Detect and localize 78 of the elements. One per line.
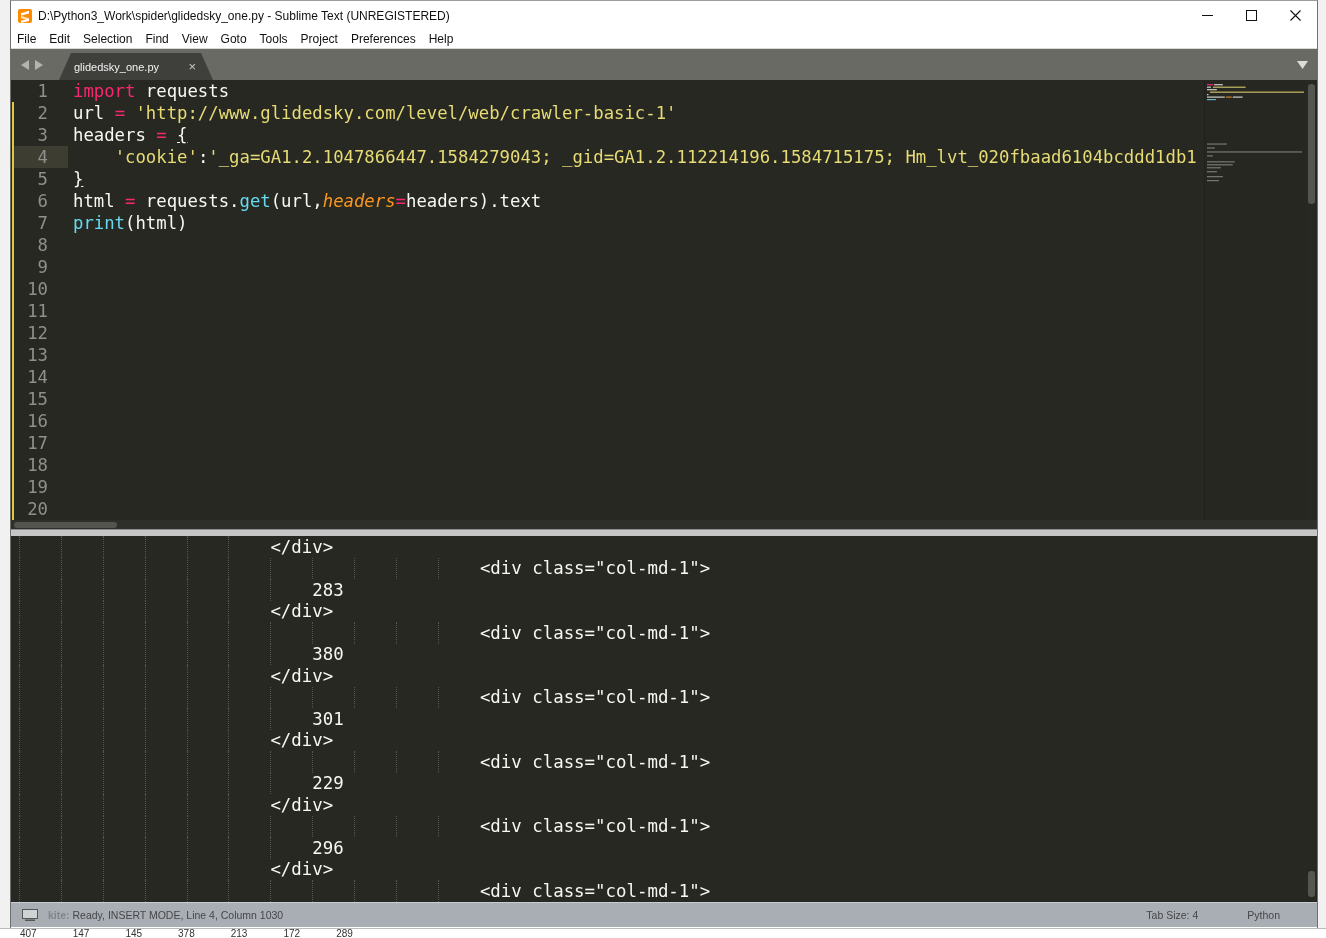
output-line: <div class="col-md-1"> <box>479 622 711 643</box>
right-arrow-icon[interactable] <box>35 60 43 70</box>
line-number: 4 <box>37 147 48 167</box>
line-number: 19 <box>27 477 48 497</box>
maximize-icon <box>1245 10 1257 21</box>
code-line: 'cookie':'_ga=GA1.2.1047866447.1584279043; _gid=GA1.2.112214196.1584715175; Hm_lvt_020fbaad6104bcddd1db1 <box>114 147 1197 167</box>
background-number: 145 <box>125 929 143 938</box>
menu-item[interactable]: Project <box>300 32 338 46</box>
output-line: </div> <box>270 859 334 880</box>
panel-splitter[interactable] <box>11 529 1317 536</box>
line-number: 6 <box>37 191 48 211</box>
code-line: print(html) <box>73 213 188 233</box>
output-line: <div class="col-md-1"> <box>479 816 711 837</box>
line-number: 2 <box>37 103 48 123</box>
code-line: } <box>73 169 84 189</box>
menu-item[interactable]: Tools <box>259 32 288 46</box>
code-line: html = requests.get(url,headers=headers).text <box>73 191 542 211</box>
output-line: </div> <box>270 794 334 815</box>
caret-down-icon[interactable] <box>1297 60 1308 69</box>
window-title: D:\Python3_Work\spider\glidedsky_one.py - Sublime Text (UNREGISTERED) <box>38 8 450 23</box>
syntax-indicator[interactable]: Python <box>1247 909 1280 921</box>
app-logo-icon <box>18 8 32 23</box>
left-arrow-icon[interactable] <box>21 60 29 70</box>
line-number: 1 <box>37 81 48 101</box>
output-line: 229 <box>312 773 344 794</box>
menu-item[interactable]: Selection <box>83 32 133 46</box>
menu-item[interactable]: View <box>181 32 208 46</box>
output-line: </div> <box>270 601 334 622</box>
scrollbar-thumb[interactable] <box>1308 84 1315 204</box>
scrollbar-thumb[interactable] <box>14 521 117 528</box>
output-line: <div class="col-md-1"> <box>479 558 711 579</box>
line-number: 10 <box>27 279 48 299</box>
line-number: 5 <box>37 169 48 189</box>
output-line: 301 <box>312 708 344 729</box>
menu-item[interactable]: Preferences <box>350 32 416 46</box>
tab-close-button[interactable]: × <box>188 60 196 73</box>
output-line: </div> <box>270 730 334 751</box>
line-number: 11 <box>27 301 48 321</box>
background-number: 289 <box>336 929 353 938</box>
code-line: headers = { <box>73 125 188 145</box>
minimize-icon <box>1201 15 1213 16</box>
background-number: 172 <box>283 929 301 938</box>
monitor-icon[interactable] <box>22 909 38 921</box>
line-number: 15 <box>27 389 48 409</box>
menu-item[interactable]: Edit <box>49 32 71 46</box>
tab-size-indicator[interactable]: Tab Size: 4 <box>1146 909 1199 921</box>
line-number: 12 <box>27 323 48 343</box>
background-number: 213 <box>230 929 248 938</box>
output-line: <div class="col-md-1"> <box>479 880 711 901</box>
menu-item[interactable]: File <box>17 32 37 46</box>
output-line: <div class="col-md-1"> <box>479 751 711 772</box>
output-line: 380 <box>312 644 344 665</box>
output-line: 296 <box>312 837 344 858</box>
line-number: 20 <box>27 499 48 519</box>
line-number: 7 <box>37 213 48 233</box>
menu-item[interactable]: Goto <box>220 32 247 46</box>
line-number: 9 <box>37 257 48 277</box>
line-number: 18 <box>27 455 48 475</box>
background-number: 147 <box>72 929 90 938</box>
code-line: url = 'http://www.glidedsky.com/level/web/crawler-basic-1' <box>73 103 677 123</box>
output-line: <div class="col-md-1"> <box>479 687 711 708</box>
line-number: 8 <box>37 235 48 255</box>
line-number: 16 <box>27 411 48 431</box>
output-line: </div> <box>270 665 334 686</box>
line-number: 3 <box>37 125 48 145</box>
close-icon <box>1289 10 1301 21</box>
code-line: import requests <box>73 81 230 101</box>
line-number: 13 <box>27 345 48 365</box>
file-tab[interactable]: glidedsky_one.py × <box>59 53 213 80</box>
scrollbar-thumb[interactable] <box>1308 871 1315 897</box>
background-number: 378 <box>178 929 195 938</box>
output-line: 283 <box>312 579 344 600</box>
line-number: 17 <box>27 433 48 453</box>
menu-item[interactable]: Find <box>145 32 169 46</box>
line-number: 14 <box>27 367 48 387</box>
background-number: 407 <box>20 929 37 938</box>
menu-item[interactable]: Help <box>428 32 454 46</box>
output-line: </div> <box>270 536 334 557</box>
